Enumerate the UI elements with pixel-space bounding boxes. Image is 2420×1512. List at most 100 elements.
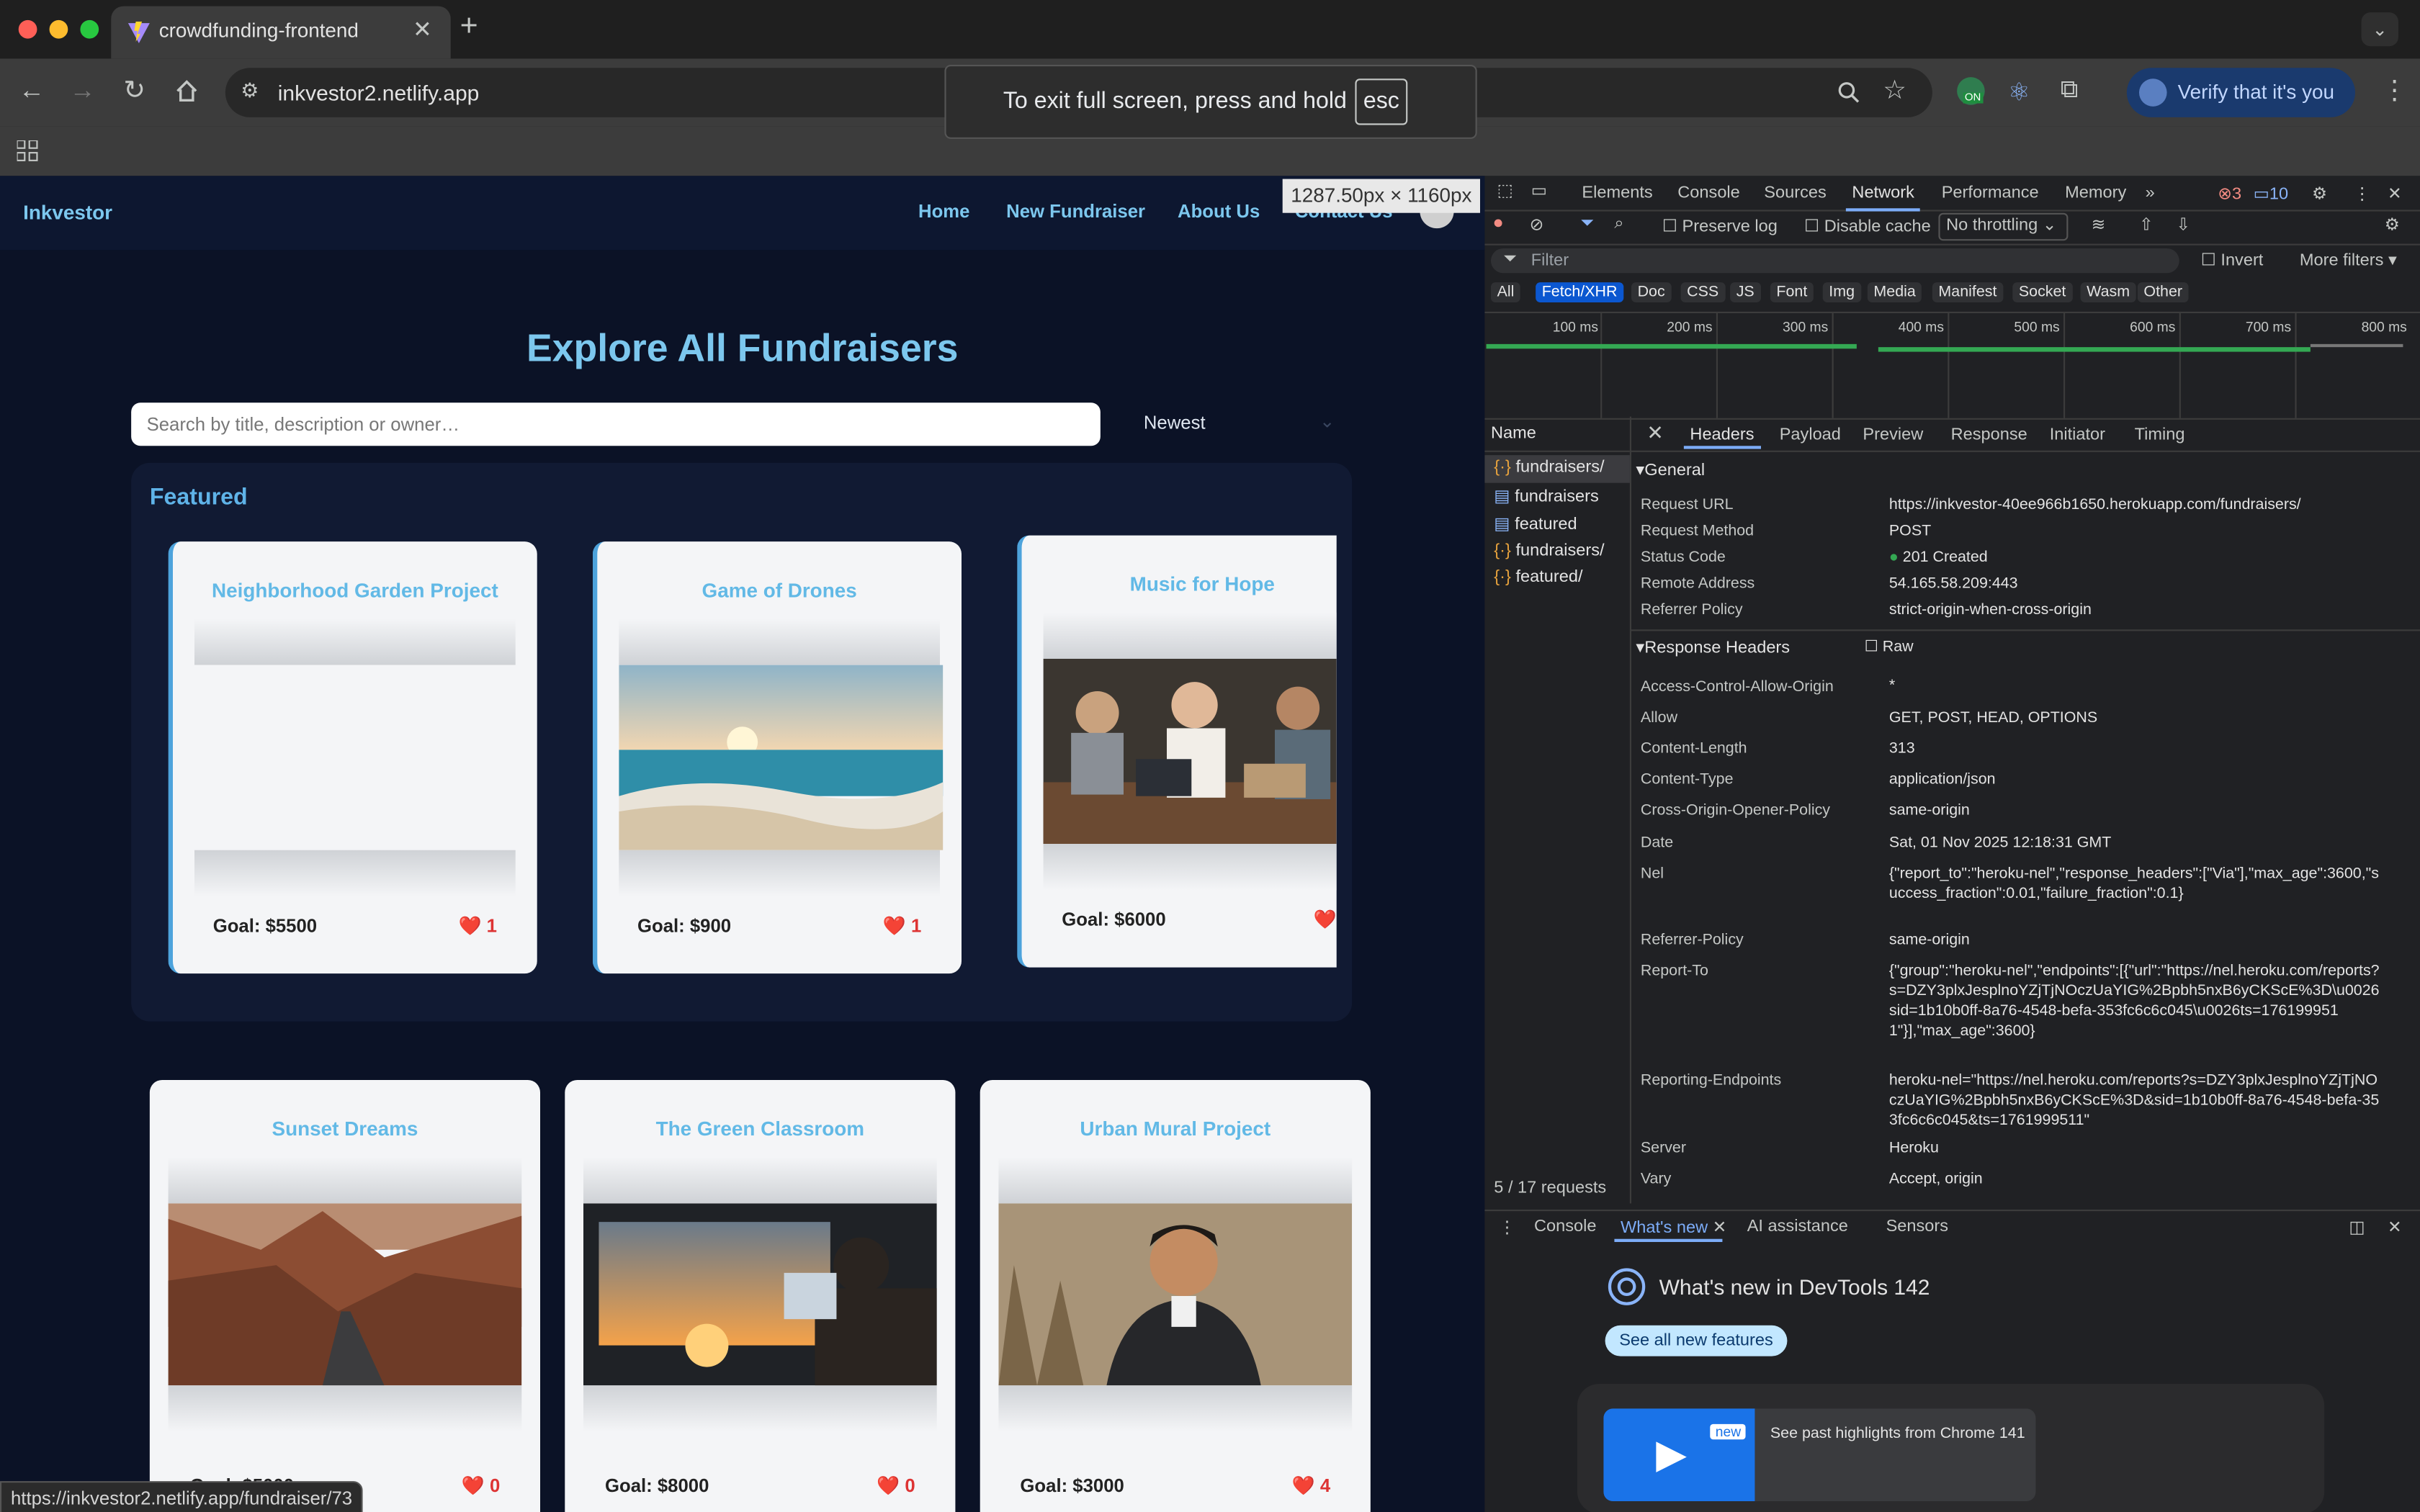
maximize-window-button[interactable] (80, 19, 99, 39)
extension-on-icon[interactable]: ON (1957, 77, 1985, 105)
drawer-tab-whats-new[interactable]: What's new ✕ (1621, 1218, 1726, 1238)
close-devtools-icon[interactable]: ✕ (2388, 184, 2402, 204)
tab-sources[interactable]: Sources (1764, 184, 1826, 202)
search-icon[interactable]: ⌕ (1614, 215, 1623, 235)
request-row[interactable]: {·} featured/ (1494, 568, 1582, 587)
nav-home[interactable]: Home (918, 201, 969, 222)
like-count[interactable]: ❤️ (1314, 909, 1337, 930)
bookmark-star-icon[interactable]: ☆ (1883, 76, 1906, 107)
drawer-tab-console[interactable]: Console (1534, 1218, 1596, 1236)
type-all[interactable]: All (1491, 282, 1520, 302)
apps-grid-icon[interactable] (17, 140, 39, 162)
tab-performance[interactable]: Performance (1942, 184, 2039, 202)
chrome-menu-icon[interactable]: ⋮ (2381, 76, 2407, 107)
back-icon[interactable]: ← (19, 76, 45, 107)
device-toolbar-icon[interactable]: ▭ (1531, 181, 1547, 201)
search-input[interactable] (131, 402, 1088, 446)
forward-icon[interactable]: → (69, 76, 95, 107)
request-row[interactable]: {·} fundraisers/ (1494, 541, 1604, 560)
sort-select[interactable]: Newest ⌄ (1131, 408, 1348, 441)
disable-cache-checkbox[interactable]: ☐ Disable cache (1804, 216, 1931, 236)
record-stop-icon[interactable]: ⏺ (1494, 215, 1502, 235)
tab-memory[interactable]: Memory (2065, 184, 2126, 202)
more-tabs-icon[interactable]: » (2146, 184, 2155, 202)
invert-checkbox[interactable]: ☐ Invert (2201, 250, 2264, 270)
type-doc[interactable]: Doc (1631, 282, 1672, 302)
devtools-menu-icon[interactable]: ⋮ (2354, 184, 2371, 204)
throttling-select[interactable]: No throttling ⌄ (1938, 212, 2069, 241)
type-fetch-xhr[interactable]: Fetch/XHR (1536, 282, 1624, 302)
filter-input[interactable]: ⏷ Filter (1491, 248, 2179, 274)
network-conditions-icon[interactable]: ≋ (2092, 215, 2106, 235)
request-row[interactable]: {·} fundraisers/ (1494, 458, 1604, 477)
close-tab-icon[interactable]: ✕ (1713, 1219, 1727, 1238)
type-other[interactable]: Other (2137, 282, 2189, 302)
network-timeline[interactable]: 100 ms 200 ms 300 ms 400 ms 500 ms 600 m… (1484, 311, 2420, 420)
react-devtools-icon[interactable]: ⚛ (2008, 77, 2030, 108)
address-url[interactable]: inkvestor2.netlify.app (278, 80, 480, 104)
browser-tab[interactable]: crowdfunding-frontend ✕ (111, 6, 451, 59)
home-icon[interactable] (174, 78, 199, 103)
type-js[interactable]: JS (1730, 282, 1761, 302)
dock-side-icon[interactable]: ◫ (2349, 1218, 2365, 1238)
type-wasm[interactable]: Wasm (2080, 282, 2136, 302)
response-headers-toggle[interactable]: ▾Response Headers (1636, 637, 1790, 657)
close-drawer-icon[interactable]: ✕ (2388, 1218, 2402, 1238)
fundraiser-card[interactable]: The Green Classroom Goal: $8000 ❤️ 0 (565, 1080, 956, 1512)
fundraiser-card[interactable]: Game of Drones Goal: $900 ❤️ 1 (592, 541, 962, 974)
fundraiser-card[interactable]: Sunset Dreams Goal: $5000 ❤️ 0 (149, 1080, 541, 1512)
verify-identity-button[interactable]: Verify that it's you (2126, 68, 2355, 117)
tab-preview[interactable]: Preview (1863, 426, 1923, 444)
preserve-log-checkbox[interactable]: ☐ Preserve log (1662, 216, 1778, 236)
type-font[interactable]: Font (1770, 282, 1814, 302)
import-har-icon[interactable]: ⇧ (2139, 215, 2154, 235)
like-count[interactable]: ❤️ 1 (883, 915, 922, 937)
tab-elements[interactable]: Elements (1582, 184, 1652, 202)
zoom-icon[interactable] (1837, 80, 1861, 104)
drawer-tab-ai-assistance[interactable]: AI assistance (1747, 1218, 1848, 1236)
more-filters-dropdown[interactable]: More filters ▾ (2300, 250, 2397, 270)
nav-about-us[interactable]: About Us (1178, 201, 1260, 222)
highlight-item[interactable]: ▶ new See past highlights from Chrome 14… (1603, 1408, 2036, 1501)
tab-console[interactable]: Console (1677, 184, 1739, 202)
drawer-tab-sensors[interactable]: Sensors (1886, 1218, 1948, 1236)
reload-icon[interactable]: ↻ (123, 76, 145, 107)
close-detail-icon[interactable]: ✕ (1646, 421, 1663, 446)
tab-search-icon[interactable]: ⌄ (2361, 12, 2398, 47)
general-section-toggle[interactable]: ▾General (1636, 460, 1705, 480)
request-row[interactable]: ▤ fundraisers (1494, 486, 1598, 506)
clear-icon[interactable]: ⊘ (1530, 215, 1544, 235)
inspect-element-icon[interactable]: ⬚ (1497, 181, 1513, 201)
minimize-window-button[interactable] (49, 19, 68, 39)
type-css[interactable]: CSS (1680, 282, 1725, 302)
highlights-card[interactable]: ▶ new See past highlights from Chrome 14… (1577, 1384, 2325, 1512)
type-manifest[interactable]: Manifest (1932, 282, 2003, 302)
filter-funnel-icon[interactable]: ⏷ (1580, 215, 1594, 235)
type-media[interactable]: Media (1867, 282, 1922, 302)
close-tab-icon[interactable]: ✕ (413, 15, 432, 43)
fundraiser-card[interactable]: Urban Mural Project Goal: $3000 ❤️ 4 (980, 1080, 1371, 1512)
brand-logo[interactable]: Inkvestor (23, 201, 112, 224)
tab-headers[interactable]: Headers (1690, 426, 1754, 444)
like-count[interactable]: ❤️ 0 (877, 1475, 915, 1497)
type-img[interactable]: Img (1822, 282, 1861, 302)
like-count[interactable]: ❤️ 4 (1292, 1475, 1331, 1497)
type-socket[interactable]: Socket (2012, 282, 2072, 302)
tab-timing[interactable]: Timing (2135, 426, 2185, 444)
export-har-icon[interactable]: ⇩ (2176, 215, 2190, 235)
error-count[interactable]: ⊗3 (2218, 184, 2241, 204)
tab-payload[interactable]: Payload (1780, 426, 1841, 444)
see-all-features-button[interactable]: See all new features (1605, 1325, 1788, 1356)
message-count[interactable]: ▭10 (2254, 184, 2289, 204)
extensions-puzzle-icon[interactable]: ⧉ (2061, 77, 2079, 105)
settings-gear-icon[interactable]: ⚙ (2312, 184, 2327, 204)
tab-response[interactable]: Response (1951, 426, 2027, 444)
new-tab-icon[interactable]: + (460, 9, 478, 45)
request-row[interactable]: ▤ featured (1494, 514, 1577, 534)
name-column-header[interactable]: Name (1484, 417, 1630, 452)
close-window-button[interactable] (18, 19, 37, 39)
like-count[interactable]: ❤️ 0 (462, 1475, 501, 1497)
tab-network[interactable]: Network (1845, 184, 1922, 212)
like-count[interactable]: ❤️ 1 (458, 915, 497, 937)
raw-checkbox[interactable]: ☐ Raw (1865, 639, 1914, 656)
